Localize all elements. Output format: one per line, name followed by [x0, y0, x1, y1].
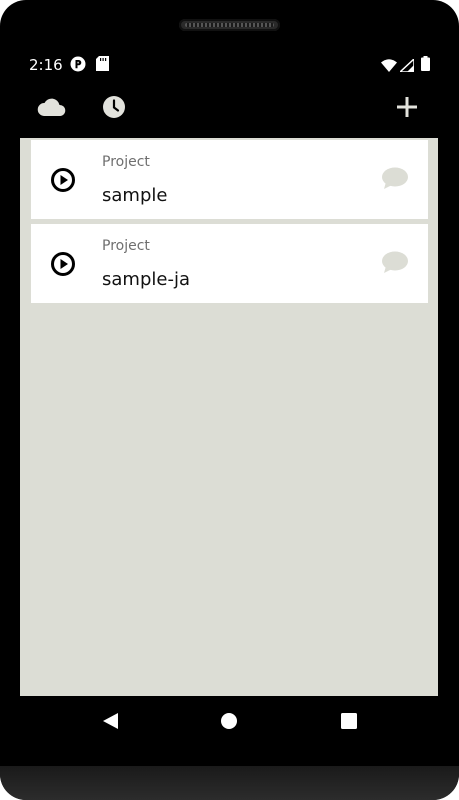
wifi-icon	[381, 57, 397, 76]
home-icon	[220, 712, 238, 734]
signal-icon	[398, 57, 415, 76]
cloud-icon	[37, 97, 67, 121]
project-list: Project sample Project sample-ja	[31, 140, 428, 308]
phone-chin	[0, 766, 459, 800]
status-time: 2:16	[29, 56, 63, 74]
comment-button[interactable]	[381, 167, 409, 191]
back-icon	[101, 712, 119, 734]
battery-icon	[421, 56, 430, 75]
cloud-button[interactable]	[35, 93, 69, 125]
project-type-label: Project	[102, 238, 150, 254]
comment-icon	[381, 251, 409, 279]
project-type-label: Project	[102, 154, 150, 170]
play-button[interactable]	[51, 168, 75, 192]
earpiece-speaker	[179, 19, 280, 31]
project-list-area: Project sample Project sample-ja	[20, 138, 438, 696]
app-notification-icon	[70, 56, 86, 76]
play-icon	[51, 168, 75, 196]
add-icon	[397, 97, 417, 121]
comment-button[interactable]	[381, 251, 409, 275]
home-button[interactable]	[217, 711, 241, 735]
project-item[interactable]: Project sample-ja	[31, 224, 428, 303]
add-project-button[interactable]	[391, 93, 423, 125]
app-bar	[20, 80, 438, 138]
project-item[interactable]: Project sample	[31, 140, 428, 219]
recents-button[interactable]	[337, 711, 361, 735]
system-navigation-bar	[20, 696, 438, 750]
project-name: sample	[102, 185, 168, 206]
play-button[interactable]	[51, 252, 75, 276]
comment-icon	[381, 167, 409, 195]
status-bar: 2:16	[20, 50, 438, 78]
sd-card-icon	[96, 56, 109, 75]
phone-frame: 2:16 Project sample Project sample-ja	[0, 0, 459, 800]
history-button[interactable]	[98, 93, 130, 125]
project-name: sample-ja	[102, 269, 190, 290]
back-button[interactable]	[98, 711, 122, 735]
recents-icon	[341, 713, 357, 733]
history-clock-icon	[102, 95, 126, 123]
play-icon	[51, 252, 75, 280]
